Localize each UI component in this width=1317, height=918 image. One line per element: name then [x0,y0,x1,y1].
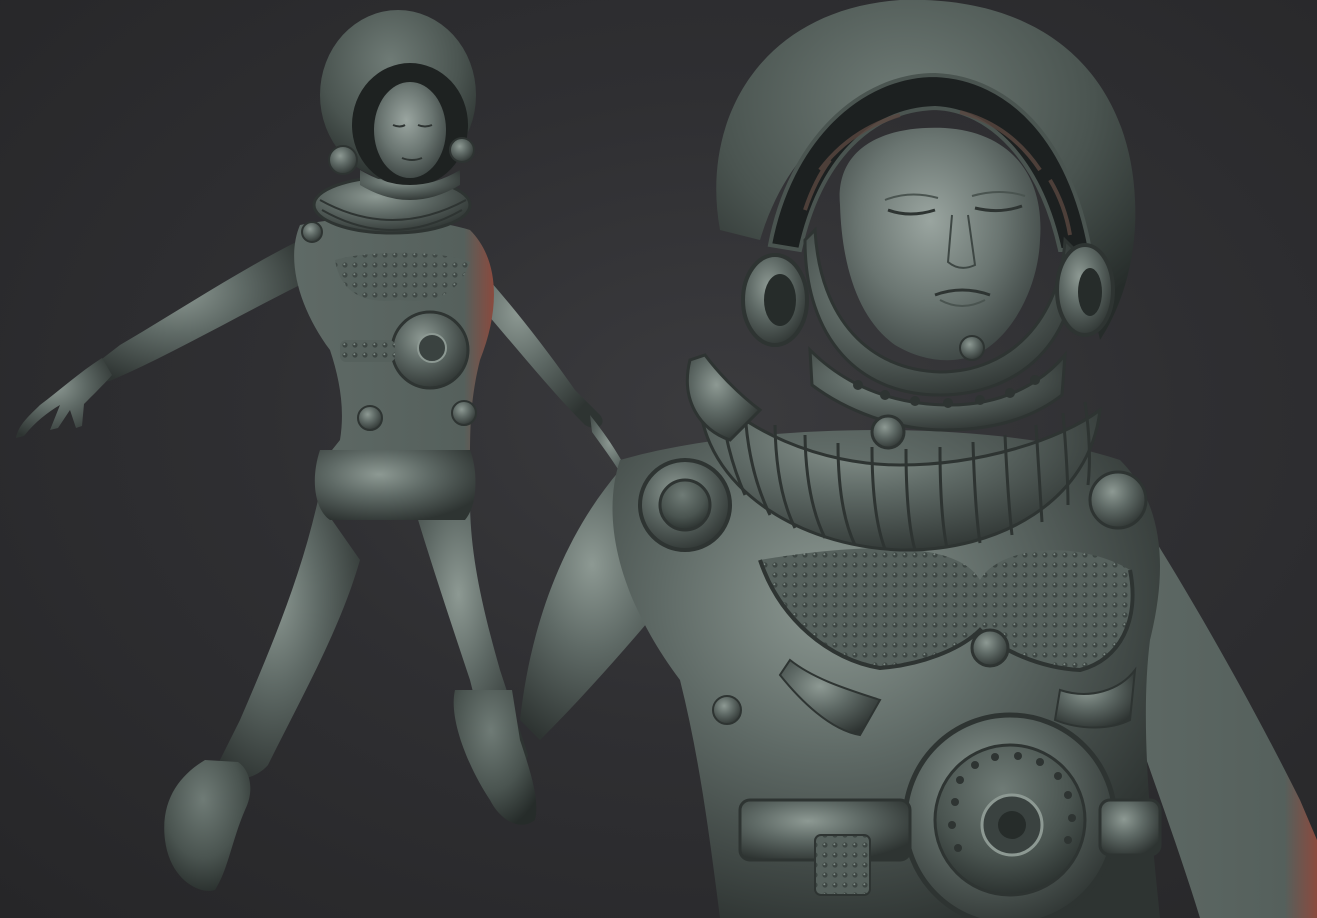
face [839,127,1041,361]
render-canvas [16,0,1317,918]
close-up-figure [520,0,1317,918]
helmet-left-vent [741,253,809,347]
helmet-right-vent [1055,243,1115,337]
sculpt-viewport [0,0,1317,918]
full-body-figure [16,10,640,891]
